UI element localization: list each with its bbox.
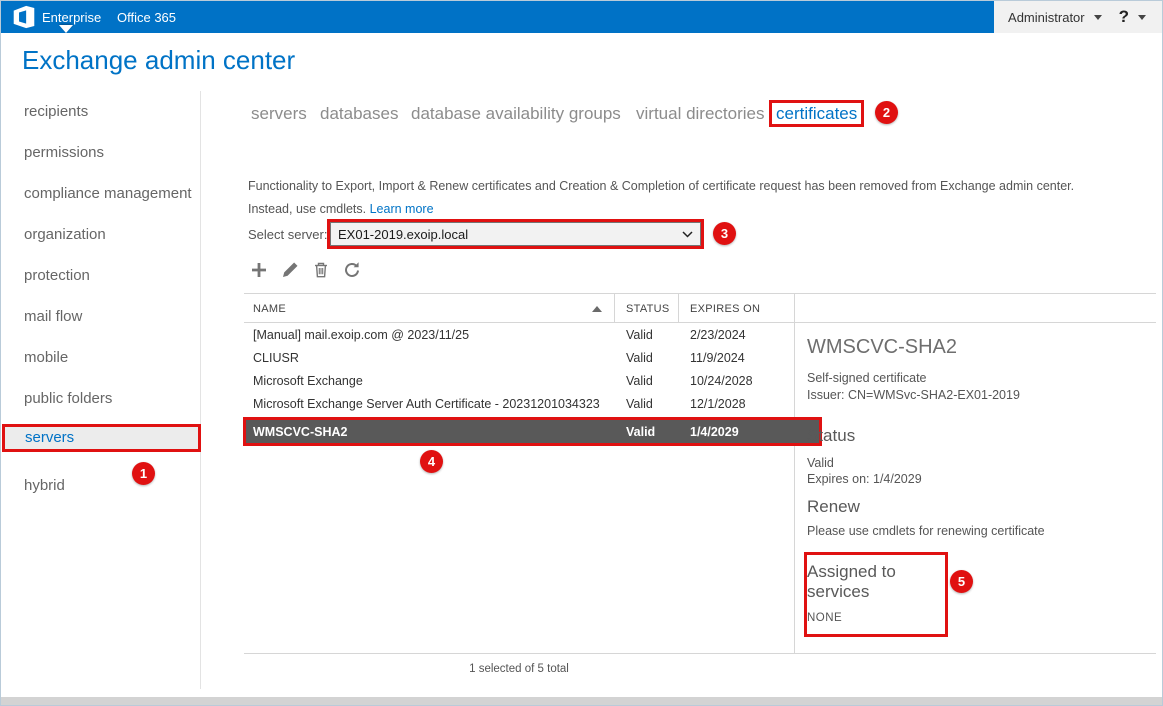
add-icon[interactable] [248, 259, 270, 281]
cert-status: Valid [626, 374, 690, 388]
window-bottom-bar [1, 697, 1162, 706]
sidebar-item-protection[interactable]: protection [1, 255, 200, 296]
sidebar-item-recipients[interactable]: recipients [1, 91, 200, 132]
list-details-divider [794, 293, 795, 654]
cert-expires: 10/24/2028 [690, 374, 794, 388]
column-header-status[interactable]: STATUS [626, 303, 670, 315]
details-expires-on: Expires on: 1/4/2029 [807, 472, 922, 486]
enterprise-selected-caret-icon [59, 25, 73, 33]
annotation-badge-2: 2 [875, 101, 898, 124]
column-divider [614, 294, 615, 322]
select-server-label: Select server: [248, 227, 327, 242]
annotation-badge-4: 4 [420, 450, 443, 473]
edit-pencil-icon[interactable] [279, 259, 301, 281]
table-row[interactable]: Microsoft Exchange Valid 10/24/2028 [244, 369, 794, 392]
cert-expires: 1/4/2029 [690, 425, 819, 439]
help-icon[interactable]: ? [1119, 7, 1129, 27]
table-row[interactable]: Microsoft Exchange Server Auth Certifica… [244, 392, 794, 415]
column-header-name[interactable]: NAME [253, 303, 286, 315]
cert-expires: 11/9/2024 [690, 351, 794, 365]
tab-virtual-directories[interactable]: virtual directories [636, 100, 765, 127]
sidebar-item-permissions[interactable]: permissions [1, 132, 200, 173]
details-status-value: Valid [807, 456, 834, 470]
table-row-selected[interactable]: WMSCVC-SHA2 Valid 1/4/2029 [246, 420, 819, 443]
details-renew-heading: Renew [807, 497, 860, 517]
table-bottom-border [244, 653, 1156, 654]
assigned-to-services-heading: Assigned to services [807, 562, 945, 602]
tab-servers[interactable]: servers [251, 100, 307, 127]
details-issuer: Issuer: CN=WMSvc-SHA2-EX01-2019 [807, 388, 1020, 402]
cert-status: Valid [626, 397, 690, 411]
refresh-icon[interactable] [341, 259, 363, 281]
sidebar-item-public-folders[interactable]: public folders [1, 378, 200, 419]
details-cert-type: Self-signed certificate [807, 371, 927, 385]
table-row[interactable]: [Manual] mail.exoip.com @ 2023/11/25 Val… [244, 323, 794, 346]
office365-tab[interactable]: Office 365 [117, 1, 176, 33]
details-renew-note: Please use cmdlets for renewing certific… [807, 524, 1045, 538]
sidebar-item-hybrid[interactable]: hybrid [1, 465, 200, 506]
sidebar-nav: recipients permissions compliance manage… [1, 91, 201, 689]
cert-status: Valid [626, 328, 690, 342]
tab-certificates[interactable]: certificates [769, 100, 864, 127]
help-caret-icon[interactable] [1138, 15, 1146, 20]
column-divider [678, 294, 679, 322]
annotation-box-selected-row: WMSCVC-SHA2 Valid 1/4/2029 [243, 417, 822, 446]
annotation-box-servers: servers [2, 424, 201, 452]
annotation-badge-5: 5 [950, 570, 973, 593]
cert-expires: 2/23/2024 [690, 328, 794, 342]
learn-more-link[interactable]: Learn more [370, 202, 434, 216]
tab-databases[interactable]: databases [320, 100, 398, 127]
delete-trash-icon[interactable] [310, 259, 332, 281]
sidebar-item-servers[interactable]: servers [1, 424, 200, 465]
cert-name: WMSCVC-SHA2 [246, 425, 626, 439]
sidebar-item-mobile[interactable]: mobile [1, 337, 200, 378]
sidebar-item-compliance-management[interactable]: compliance management [1, 173, 200, 214]
details-status-heading: Status [807, 426, 855, 446]
cert-status: Valid [626, 351, 690, 365]
tab-database-availability-groups[interactable]: database availability groups [411, 100, 621, 127]
sidebar-item-organization[interactable]: organization [1, 214, 200, 255]
certificates-list: [Manual] mail.exoip.com @ 2023/11/25 Val… [244, 323, 794, 446]
selection-count-status: 1 selected of 5 total [244, 663, 794, 675]
office-logo-icon [12, 5, 36, 29]
server-select-dropdown[interactable]: EX01-2019.exoip.local [330, 222, 701, 246]
annotation-box-server-picker: EX01-2019.exoip.local [327, 219, 704, 249]
cert-name: Microsoft Exchange Server Auth Certifica… [244, 397, 626, 411]
cert-expires: 12/1/2028 [690, 397, 794, 411]
chevron-down-icon [682, 231, 693, 238]
sort-ascending-icon [592, 306, 602, 312]
cert-name: CLIUSR [244, 351, 626, 365]
exchange-admin-center-window: Enterprise Office 365 Administrator ? Ex… [0, 0, 1163, 706]
table-header: NAME STATUS EXPIRES ON [244, 293, 1156, 323]
annotation-box-assigned-to-services: Assigned to services NONE [804, 552, 948, 637]
cert-name: [Manual] mail.exoip.com @ 2023/11/25 [244, 328, 626, 342]
cert-status: Valid [626, 425, 690, 439]
table-row[interactable]: CLIUSR Valid 11/9/2024 [244, 346, 794, 369]
assigned-to-services-value: NONE [807, 612, 945, 624]
annotation-badge-3: 3 [713, 222, 736, 245]
annotation-badge-1: 1 [132, 462, 155, 485]
cert-name: Microsoft Exchange [244, 374, 626, 388]
administrator-menu[interactable]: Administrator [1008, 10, 1085, 25]
certificates-toolbar [248, 259, 363, 281]
page-title: Exchange admin center [22, 45, 295, 76]
server-select-value: EX01-2019.exoip.local [338, 227, 468, 242]
administrator-caret-icon[interactable] [1094, 15, 1102, 20]
sidebar-item-mail-flow[interactable]: mail flow [1, 296, 200, 337]
notice-text: Functionality to Export, Import & Renew … [248, 175, 1108, 220]
details-title: WMSCVC-SHA2 [807, 336, 957, 359]
column-header-expires-on[interactable]: EXPIRES ON [690, 303, 760, 315]
user-area: Administrator ? [994, 1, 1160, 33]
